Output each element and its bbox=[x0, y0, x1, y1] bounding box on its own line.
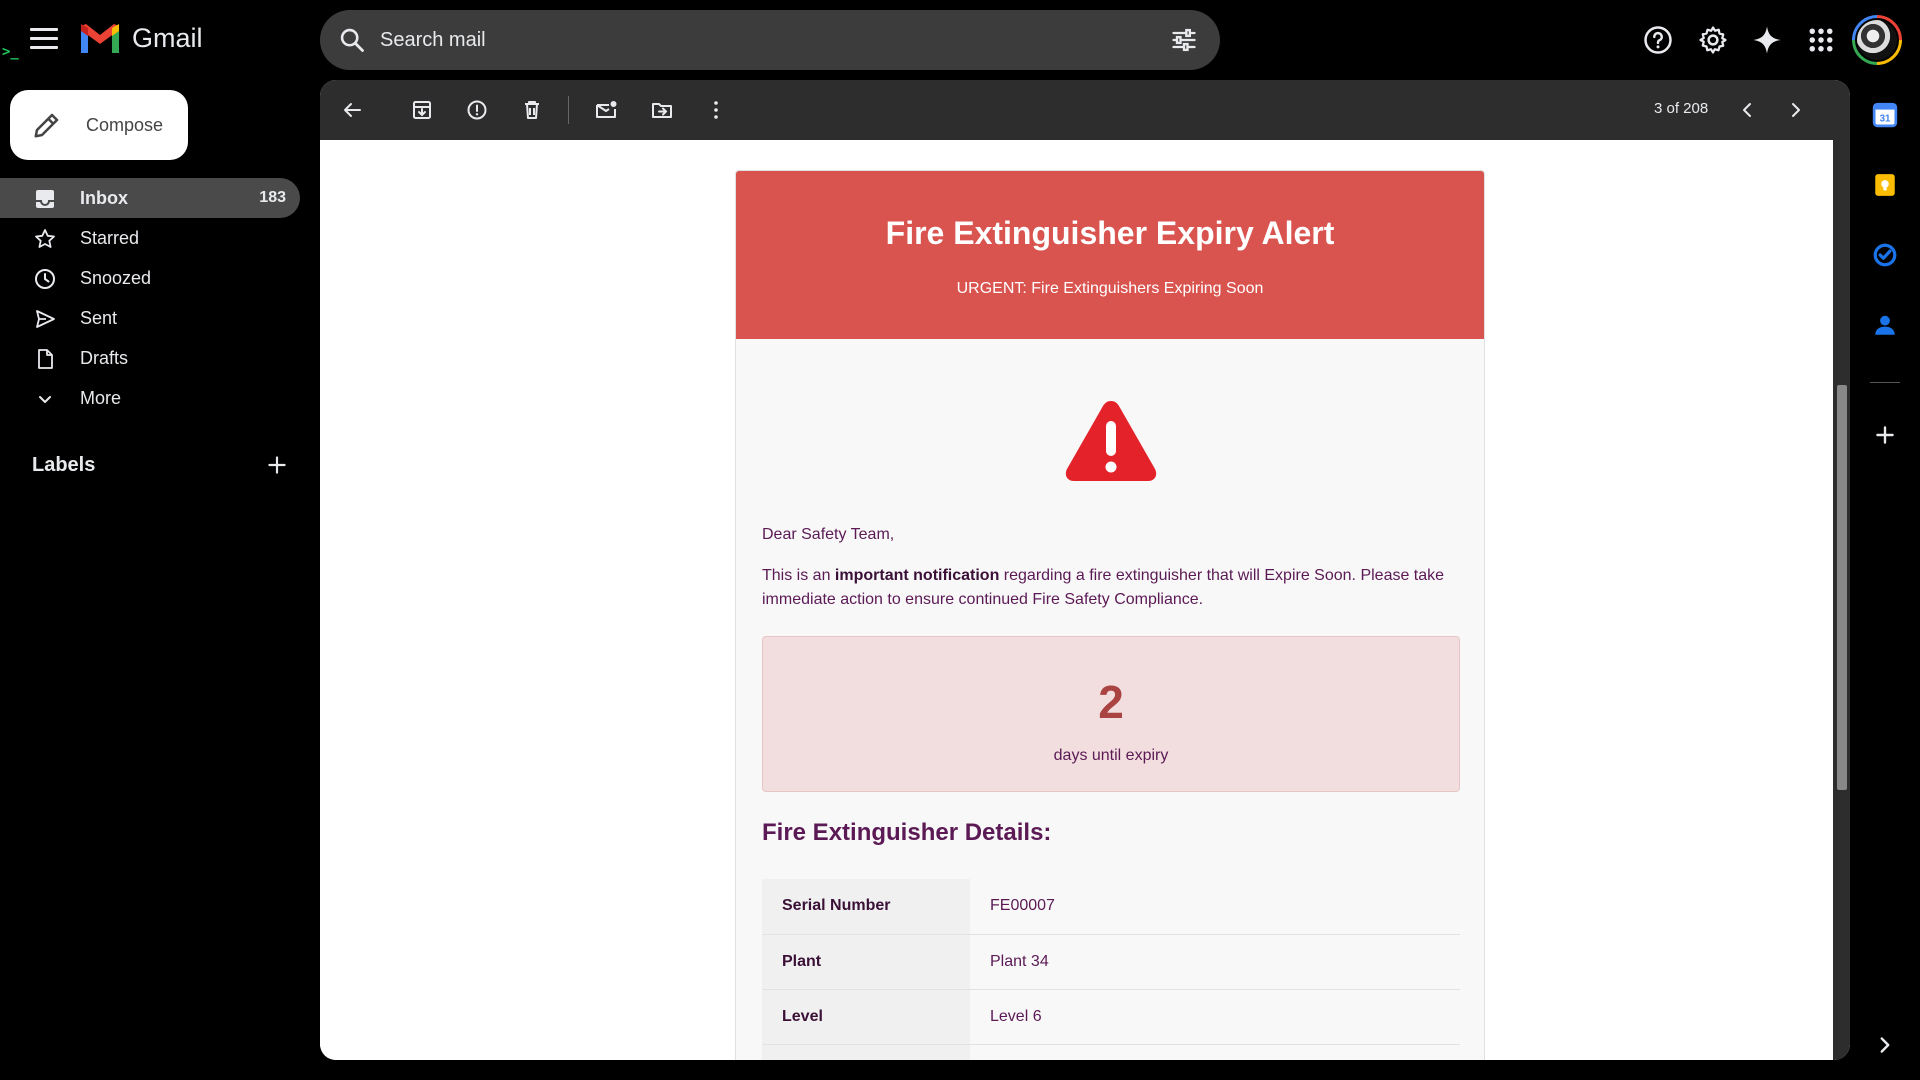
detail-key: Plant bbox=[762, 934, 970, 990]
message-toolbar: 3 of 208 bbox=[320, 80, 1850, 140]
sidebar-nav: Inbox 183 Starred Snoozed Sent Drafts Mo… bbox=[0, 178, 300, 418]
mark-unread-icon[interactable] bbox=[594, 98, 618, 122]
message-body: Fire Extinguisher Expiry Alert URGENT: F… bbox=[320, 140, 1830, 1060]
toolbar-divider bbox=[568, 96, 569, 124]
sidebar-item-label: Inbox bbox=[80, 187, 128, 208]
email-subtitle: URGENT: Fire Extinguishers Expiring Soon bbox=[956, 280, 1264, 297]
avatar-image bbox=[1855, 18, 1899, 62]
chevron-right-icon[interactable] bbox=[1872, 1032, 1898, 1058]
compose-button[interactable]: Compose bbox=[10, 90, 188, 160]
menu-icon[interactable] bbox=[30, 28, 58, 50]
warning-icon bbox=[1065, 401, 1157, 481]
pagination-count: 3 of 208 bbox=[1654, 100, 1709, 117]
gmail-logo[interactable]: Gmail bbox=[80, 22, 203, 54]
sidebar-item-drafts[interactable]: Drafts bbox=[0, 338, 300, 378]
labels-heading: Labels bbox=[32, 454, 96, 476]
sidebar-item-label: Drafts bbox=[80, 347, 129, 368]
table-row: Plant Plant 34 bbox=[762, 934, 1460, 990]
send-icon bbox=[36, 310, 55, 328]
sidebar-item-label: More bbox=[80, 387, 122, 408]
detail-value: Level 6 bbox=[970, 989, 1460, 1045]
details-table: Serial Number FE00007 Plant Plant 34 Lev… bbox=[762, 879, 1460, 1060]
back-icon[interactable] bbox=[340, 98, 364, 122]
detail-value: Plant 34 bbox=[970, 934, 1460, 990]
paragraph-emphasis: important notification bbox=[834, 567, 1000, 584]
days-remaining-caption: days until expiry bbox=[1053, 747, 1169, 764]
detail-value bbox=[970, 1044, 1460, 1060]
contacts-icon[interactable] bbox=[1872, 312, 1898, 338]
chevron-down-icon bbox=[39, 396, 51, 403]
notification-paragraph: This is an important notification regard… bbox=[762, 564, 1462, 612]
move-to-icon[interactable] bbox=[650, 98, 674, 122]
top-bar: >_ Gmail bbox=[0, 0, 1920, 80]
star-icon bbox=[35, 229, 55, 248]
sidebar-item-sent[interactable]: Sent bbox=[0, 298, 300, 338]
search-icon[interactable] bbox=[338, 26, 366, 54]
sidebar-item-label: Snoozed bbox=[80, 267, 152, 288]
sidebar-item-snoozed[interactable]: Snoozed bbox=[0, 258, 300, 298]
rail-divider bbox=[1870, 382, 1900, 383]
gemini-icon[interactable] bbox=[1752, 25, 1782, 55]
days-remaining-value: 2 bbox=[1098, 676, 1124, 728]
tasks-icon[interactable] bbox=[1872, 242, 1898, 268]
draft-icon bbox=[38, 349, 53, 369]
detail-key bbox=[762, 1044, 970, 1060]
detail-key: Level bbox=[762, 989, 970, 1045]
detail-key: Serial Number bbox=[762, 879, 970, 935]
unread-count-badge: 183 bbox=[259, 189, 286, 206]
account-avatar[interactable] bbox=[1852, 15, 1902, 65]
help-icon[interactable] bbox=[1643, 25, 1673, 55]
sidebar-item-more[interactable]: More bbox=[0, 378, 300, 418]
email-title: Fire Extinguisher Expiry Alert bbox=[885, 215, 1335, 251]
sidebar-item-label: Sent bbox=[80, 307, 118, 328]
table-row bbox=[762, 1044, 1460, 1060]
app-name: Gmail bbox=[132, 22, 203, 53]
pencil-icon bbox=[34, 113, 59, 138]
paragraph-text: This is an bbox=[762, 567, 835, 584]
more-icon[interactable] bbox=[704, 98, 728, 122]
search-input[interactable] bbox=[380, 28, 1140, 52]
table-row: Serial Number FE00007 bbox=[762, 879, 1460, 935]
sidebar-item-starred[interactable]: Starred bbox=[0, 218, 300, 258]
filter-icon[interactable] bbox=[1170, 26, 1198, 54]
sidebar-item-label: Starred bbox=[80, 227, 140, 248]
keep-icon[interactable] bbox=[1872, 172, 1898, 198]
message-panel: 3 of 208 Fire Extinguisher Expiry Alert … bbox=[320, 80, 1850, 1060]
settings-icon[interactable] bbox=[1698, 25, 1728, 55]
calendar-icon[interactable]: 31 bbox=[1872, 102, 1898, 128]
delete-icon[interactable] bbox=[520, 98, 544, 122]
greeting-text: Dear Safety Team, bbox=[762, 526, 895, 543]
email-card: Fire Extinguisher Expiry Alert URGENT: F… bbox=[735, 170, 1485, 1060]
add-label-icon[interactable] bbox=[264, 452, 290, 478]
table-row: Level Level 6 bbox=[762, 989, 1460, 1045]
chevron-left-icon[interactable] bbox=[1735, 98, 1759, 122]
compose-label: Compose bbox=[86, 114, 164, 135]
apps-icon[interactable] bbox=[1806, 25, 1836, 55]
add-icon[interactable] bbox=[1872, 422, 1898, 448]
details-heading: Fire Extinguisher Details: bbox=[762, 819, 1052, 846]
clock-icon bbox=[35, 269, 55, 289]
countdown-box: 2 days until expiry bbox=[762, 636, 1460, 792]
detail-value: FE00007 bbox=[970, 879, 1460, 935]
svg-text:31: 31 bbox=[1880, 114, 1891, 125]
search-bar[interactable] bbox=[320, 10, 1220, 70]
inbox-icon bbox=[36, 190, 54, 208]
archive-icon[interactable] bbox=[410, 98, 434, 122]
report-spam-icon[interactable] bbox=[465, 98, 489, 122]
sidebar-item-inbox[interactable]: Inbox 183 bbox=[0, 178, 300, 218]
chevron-right-icon[interactable] bbox=[1784, 98, 1808, 122]
terminal-indicator-icon: >_ bbox=[2, 44, 19, 60]
gmail-m-icon bbox=[81, 24, 119, 53]
alert-header: Fire Extinguisher Expiry Alert URGENT: F… bbox=[736, 171, 1484, 339]
scrollbar[interactable] bbox=[1833, 140, 1850, 1060]
scrollbar-thumb[interactable] bbox=[1837, 385, 1847, 790]
